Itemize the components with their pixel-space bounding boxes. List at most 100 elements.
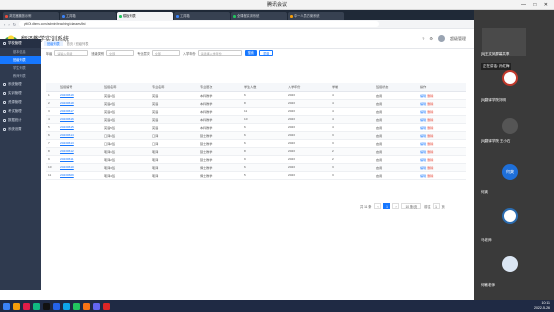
edit-link[interactable]: 编辑 [420, 174, 426, 178]
app-icon[interactable] [33, 302, 40, 310]
sidebar-item-basic-info[interactable]: 基本信息 [0, 48, 41, 56]
class-id-link[interactable]: 20230612 [58, 147, 102, 156]
year-select[interactable]: 请选择入学年份 [197, 50, 242, 56]
delete-link[interactable]: 删除 [427, 110, 433, 114]
class-id-link[interactable]: 20230611 [58, 155, 102, 164]
url-input[interactable]: yitiOi.dbms.com/admin/teaching/classes/l… [19, 21, 380, 27]
browser-tab[interactable]: 工具箱 [174, 12, 230, 20]
sidebar-item-class-list[interactable]: 班级列表 [0, 56, 41, 64]
table-row[interactable]: 8 20230612 笔译1班 笔译 硕士教学 8 2023 2 启用 编辑删除 [46, 147, 466, 156]
table-row[interactable]: 6 20230614 口译1班 口译 硕士教学 6 2023 3 启用 编辑删除 [46, 131, 466, 140]
search-button[interactable]: 搜索 [244, 50, 257, 56]
class-id-link[interactable]: 20230617 [58, 107, 102, 116]
table-row[interactable]: 5 20230615 英语5班 英语 本科教学 6 2023 4 启用 编辑删除 [46, 123, 466, 132]
sidebar-item-school[interactable]: 学校管理 [0, 39, 41, 48]
sidebar-item-exams[interactable]: 考试管理 [0, 107, 41, 116]
sidebar-item-training[interactable]: 实训管理 [0, 89, 41, 98]
edit-link[interactable]: 编辑 [420, 134, 426, 138]
browser-tab[interactable]: 工具箱 [60, 12, 116, 20]
edit-link[interactable]: 编辑 [420, 150, 426, 154]
window-controls[interactable]: — □ ✕ [521, 0, 551, 10]
column-header[interactable]: 专业名称 [150, 83, 198, 92]
class-id-link[interactable]: 20230613 [58, 139, 102, 148]
column-header[interactable]: 班级状态 [374, 83, 418, 92]
class-id-link[interactable]: 20230615 [58, 123, 102, 132]
browser-tab[interactable]: 全课程实训系统 [231, 12, 287, 20]
sidebar-item-settings[interactable]: 系统设置 [0, 125, 41, 134]
app-icon[interactable] [93, 302, 100, 310]
app-icon[interactable] [23, 302, 30, 310]
sidebar-item-system[interactable]: 系统管理 [0, 80, 41, 89]
browser-tab[interactable]: 中一人员方案系统 [288, 12, 344, 20]
column-header[interactable]: 学制 [330, 83, 374, 92]
column-header[interactable]: 入学年份 [286, 83, 330, 92]
table-row[interactable]: 10 20230610 笔译3班 笔译 博士教学 6 2023 3 启用 编辑删除 [46, 163, 466, 172]
explorer-icon[interactable] [13, 302, 20, 310]
table-row[interactable]: 4 20230616 英语4班 英语 本科教学 10 2023 4 启用 编辑删除 [46, 115, 466, 124]
delete-link[interactable]: 删除 [427, 158, 433, 162]
edit-link[interactable]: 编辑 [420, 126, 426, 130]
avatar[interactable] [438, 35, 445, 42]
delete-link[interactable]: 删除 [427, 174, 433, 178]
pdf-icon[interactable] [103, 302, 110, 310]
column-header[interactable]: 班级名称 [102, 83, 150, 92]
delete-link[interactable]: 删除 [427, 150, 433, 154]
browser-tab-active[interactable]: 模板列表 [117, 12, 173, 20]
delete-link[interactable]: 删除 [427, 134, 433, 138]
sidebar-item-student-list[interactable]: 学生列表 [0, 64, 41, 72]
column-header[interactable]: 专业层次 [198, 83, 242, 92]
system-clock[interactable]: 10:11 2022-5-26 [534, 301, 550, 311]
column-header[interactable]: 学生人数 [242, 83, 286, 92]
browser-tab[interactable]: 浏览器播放示例 [3, 12, 59, 20]
class-id-link[interactable]: 20230610 [58, 163, 102, 172]
meeting-icon[interactable] [63, 302, 70, 310]
class-id-link[interactable]: 20230609 [58, 171, 102, 180]
user-name[interactable]: 超级管理 [450, 36, 466, 42]
table-row[interactable]: 11 20230609 笔译4班 笔译 博士教学 5 2023 3 启用 编辑删除 [46, 171, 466, 180]
reset-button[interactable]: 重置 [259, 50, 274, 56]
column-header[interactable]: 班级编号 [58, 83, 102, 92]
page-button[interactable]: 1 [383, 203, 391, 209]
forward-icon[interactable]: › [8, 22, 9, 27]
delete-link[interactable]: 删除 [427, 126, 433, 130]
class-type-select[interactable]: 全部 [106, 50, 135, 56]
settings-icon[interactable]: ⚙ [429, 36, 433, 41]
chrome-icon[interactable] [73, 302, 80, 310]
edit-link[interactable]: 编辑 [420, 166, 426, 170]
class-id-link[interactable]: 20230619 [58, 91, 102, 100]
goto-page-input[interactable]: 1 [432, 203, 440, 209]
sidebar-item-resources[interactable]: 资源管理 [0, 98, 41, 107]
table-row[interactable]: 9 20230611 笔译2班 笔译 硕士教学 9 2023 2 启用 编辑删除 [46, 155, 466, 164]
edit-link[interactable]: 编辑 [420, 158, 426, 162]
table-row[interactable]: 2 20230618 英语2班 英语 本科教学 8 2023 4 启用 编辑删除 [46, 99, 466, 108]
sidebar-item-teacher-list[interactable]: 教师列表 [0, 72, 41, 80]
delete-link[interactable]: 删除 [427, 94, 433, 98]
reload-icon[interactable]: ↻ [13, 22, 16, 27]
app-icon[interactable] [83, 302, 90, 310]
delete-link[interactable]: 删除 [427, 118, 433, 122]
edit-link[interactable]: 编辑 [420, 102, 426, 106]
table-row[interactable]: 7 20230613 口译2班 口译 硕士教学 6 2023 3 启用 编辑删除 [46, 139, 466, 148]
breadcrumb-tag[interactable]: 班级列表 [44, 41, 63, 46]
table-row[interactable]: 3 20230617 英语3班 英语 本科教学 11 2023 4 启用 编辑删除 [46, 107, 466, 116]
edit-link[interactable]: 编辑 [420, 110, 426, 114]
notion-icon[interactable] [43, 302, 50, 310]
sidebar-item-stats[interactable]: 数据统计 [0, 116, 41, 125]
edit-link[interactable]: 编辑 [420, 94, 426, 98]
edit-link[interactable]: 编辑 [420, 142, 426, 146]
help-icon[interactable]: ? [422, 36, 424, 41]
table-row[interactable]: 1 20230619 英语1班 英语 本科教学 6 2023 4 启用 编辑删除 [46, 91, 466, 100]
prev-page-button[interactable]: ‹ [374, 203, 382, 209]
grade-input[interactable]: 请输入年级 [54, 50, 89, 56]
delete-link[interactable]: 删除 [427, 102, 433, 106]
delete-link[interactable]: 删除 [427, 166, 433, 170]
edit-link[interactable]: 编辑 [420, 118, 426, 122]
class-id-link[interactable]: 20230618 [58, 99, 102, 108]
word-icon[interactable] [53, 302, 60, 310]
level-select[interactable]: 全部 [151, 50, 180, 56]
start-icon[interactable] [3, 302, 10, 310]
back-icon[interactable]: ‹ [4, 22, 5, 27]
class-id-link[interactable]: 20230616 [58, 115, 102, 124]
delete-link[interactable]: 删除 [427, 142, 433, 146]
class-id-link[interactable]: 20230614 [58, 131, 102, 140]
